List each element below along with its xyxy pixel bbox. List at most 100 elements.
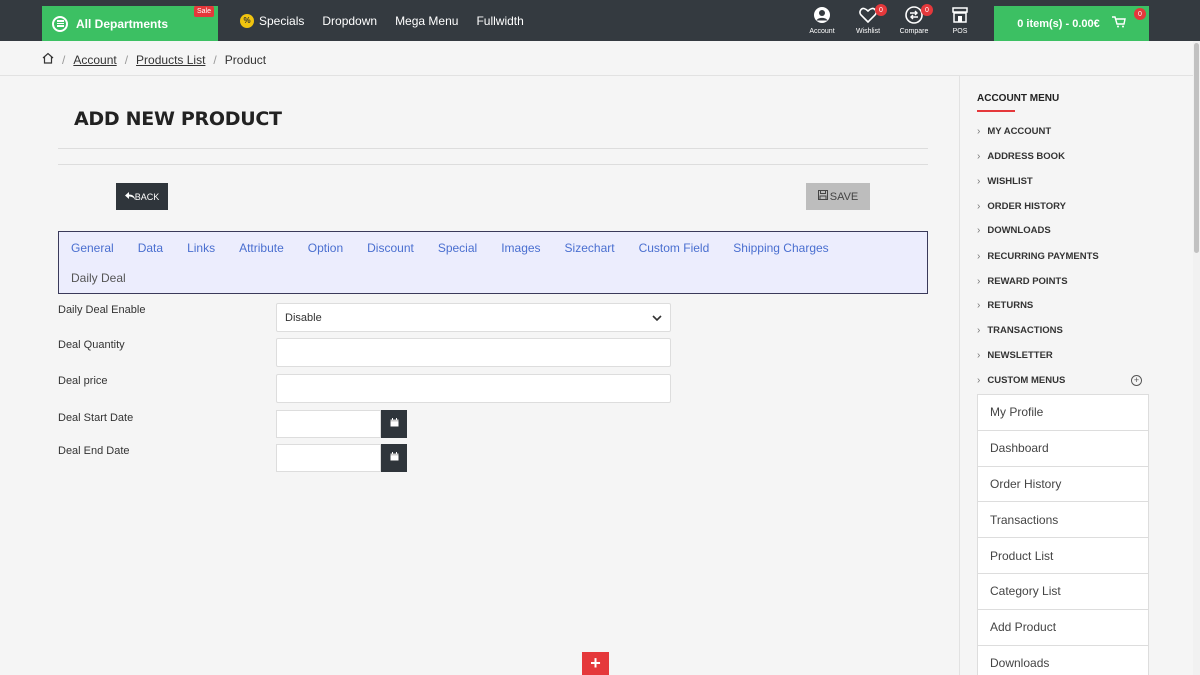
back-button[interactable]: BACK [116,183,168,210]
chevron-right-icon: › [977,176,981,187]
wishlist-label: Wishlist [855,28,881,35]
breadcrumb-products-list[interactable]: Products List [136,53,205,67]
deal-price-label: Deal price [58,375,108,387]
tab-sizechart[interactable]: Sizechart [565,241,615,255]
sidebar-item-label: CUSTOM MENUS [987,375,1066,386]
percent-icon: % [240,13,254,28]
account-link[interactable]: Account [805,5,839,35]
deal-start-date-picker-button[interactable] [381,410,407,438]
sidebar-item-newsletter[interactable]: › NEWSLETTER [977,350,1053,361]
deal-end-date-label: Deal End Date [58,445,130,457]
daily-deal-enable-select[interactable]: Disable [276,303,671,332]
account-label: Account [809,28,835,35]
save-button[interactable]: SAVE [806,183,870,210]
tab-shipping-charges[interactable]: Shipping Charges [733,241,828,255]
main-content: ADD NEW PRODUCT BACK SAVE General Data L… [0,76,959,675]
chevron-down-icon [652,312,662,324]
account-sidebar: ACCOUNT MENU › MY ACCOUNT › ADDRESS BOOK ›… [959,76,1193,675]
sidebar-item-custom-menus[interactable]: › CUSTOM MENUS [977,375,1065,386]
nav-dropdown[interactable]: Dropdown [322,14,377,28]
scrollbar-thumb[interactable] [1194,43,1199,253]
home-icon[interactable] [42,52,54,67]
tab-discount[interactable]: Discount [367,241,414,255]
daily-deal-enable-label: Daily Deal Enable [58,304,146,316]
custom-menu-list: My Profile Dashboard Order History Trans… [977,394,1149,675]
deal-quantity-label: Deal Quantity [58,339,125,351]
calendar-icon [390,452,399,464]
breadcrumb-separator: / [124,52,129,67]
tab-attribute[interactable]: Attribute [239,241,284,255]
chevron-right-icon: › [977,126,981,137]
deal-start-date-input[interactable] [276,410,381,438]
back-arrow-icon [124,191,135,202]
tab-special[interactable]: Special [438,241,477,255]
wishlist-link[interactable]: 0 Wishlist [851,4,887,35]
sidebar-item-transactions[interactable]: › TRANSACTIONS [977,325,1063,336]
daily-deal-enable-value: Disable [285,311,322,324]
nav-specials-label: Specials [259,13,305,28]
breadcrumb-account[interactable]: Account [73,53,116,67]
breadcrumb-separator: / [213,52,217,67]
chevron-right-icon: › [977,151,981,162]
cart-label: 0 item(s) - 0.00€ [1017,17,1100,30]
cart-button[interactable]: 0 item(s) - 0.00€ 0 [994,6,1149,41]
deal-end-date-input[interactable] [276,444,381,472]
product-tabs: General Data Links Attribute Option Disc… [58,231,928,294]
nav-mega-menu[interactable]: Mega Menu [395,14,458,28]
tab-option[interactable]: Option [308,241,343,255]
tab-images[interactable]: Images [501,241,540,255]
sidebar-item-label: NEWSLETTER [987,350,1053,361]
all-departments-label: All Departments [76,16,169,31]
all-departments-button[interactable]: All Departments [42,6,218,41]
breadcrumb-separator: / [62,52,66,67]
sidebar-item-downloads[interactable]: › DOWNLOADS [977,225,1051,236]
custom-menu-downloads[interactable]: Downloads [978,646,1148,675]
tab-general[interactable]: General [71,241,114,255]
compare-link[interactable]: 0 Compare [897,4,933,35]
sidebar-item-label: RECURRING PAYMENTS [987,251,1099,262]
expand-plus-icon[interactable]: + [1131,375,1142,386]
sidebar-item-reward-points[interactable]: › REWARD POINTS [977,276,1068,287]
nav-fullwidth[interactable]: Fullwidth [476,14,523,28]
pos-link[interactable]: POS [943,5,977,35]
page-title: ADD NEW PRODUCT [74,108,282,130]
custom-menu-dashboard[interactable]: Dashboard [978,431,1148,467]
sidebar-item-returns[interactable]: › RETURNS [977,300,1033,311]
add-floating-button[interactable]: + [582,652,609,675]
deal-start-date-label: Deal Start Date [58,412,134,424]
custom-menu-category-list[interactable]: Category List [978,574,1148,610]
sidebar-item-label: WISHLIST [987,176,1033,187]
main-nav: % Specials Dropdown Mega Menu Fullwidth [240,0,524,41]
tab-custom-field[interactable]: Custom Field [639,241,710,255]
tab-daily-deal[interactable]: Daily Deal [71,271,126,285]
breadcrumb: / Account / Products List / Product [42,52,266,67]
sidebar-item-wishlist[interactable]: › WISHLIST [977,176,1033,187]
sidebar-item-order-history[interactable]: › ORDER HISTORY [977,201,1066,212]
custom-menu-transactions[interactable]: Transactions [978,502,1148,539]
sidebar-item-label: TRANSACTIONS [987,325,1063,336]
sidebar-item-my-account[interactable]: › MY ACCOUNT [977,126,1051,137]
chevron-right-icon: › [977,375,981,386]
sidebar-item-recurring-payments[interactable]: › RECURRING PAYMENTS [977,251,1099,262]
sidebar-item-label: DOWNLOADS [987,225,1051,236]
tab-links[interactable]: Links [187,241,215,255]
custom-menu-my-profile[interactable]: My Profile [978,395,1148,431]
deal-price-input[interactable] [276,374,671,403]
sidebar-item-address-book[interactable]: › ADDRESS BOOK [977,151,1065,162]
tab-data[interactable]: Data [138,241,163,255]
save-label: SAVE [829,190,859,203]
nav-specials[interactable]: % Specials [240,13,305,28]
cart-icon [1111,16,1126,31]
divider [58,164,928,165]
breadcrumb-product: Product [224,52,267,67]
custom-menu-add-product[interactable]: Add Product [978,610,1148,646]
custom-menu-order-history[interactable]: Order History [978,467,1148,503]
deal-end-date-picker-button[interactable] [381,444,407,472]
deal-quantity-input[interactable] [276,338,671,367]
chevron-right-icon: › [977,201,981,212]
pos-label: POS [952,28,968,35]
custom-menu-product-list[interactable]: Product List [978,538,1148,574]
floppy-disk-icon [817,190,828,203]
sale-badge: Sale [194,6,215,17]
hamburger-icon [52,15,68,32]
